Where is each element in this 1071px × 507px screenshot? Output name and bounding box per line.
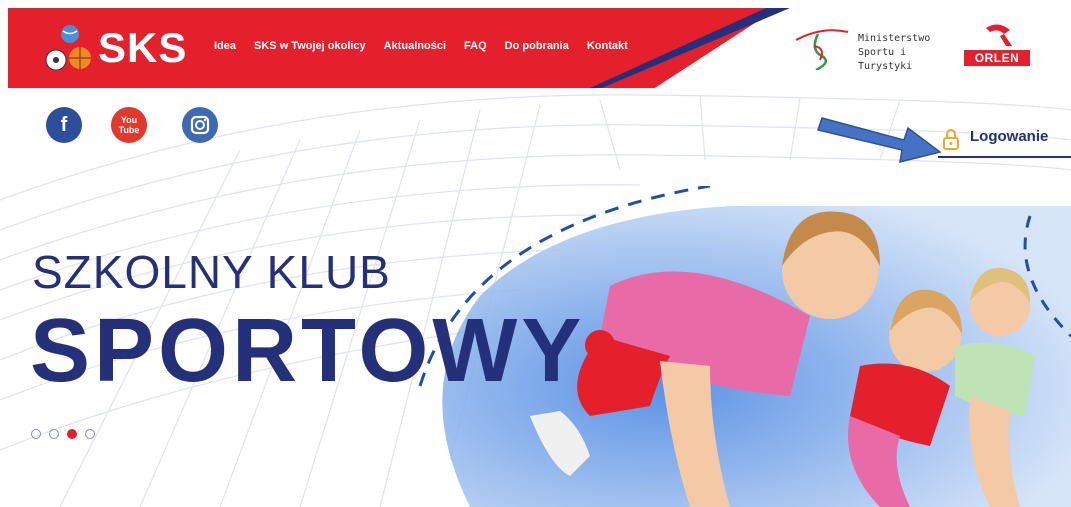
facebook-icon[interactable]: f [46, 107, 82, 143]
main-nav: Idea SKS w Twojej okolicy Aktualności FA… [214, 40, 628, 52]
slider-dot-3[interactable] [67, 429, 77, 439]
orlen-wordmark: ORLEN [964, 50, 1030, 66]
nav-news[interactable]: Aktualności [384, 40, 446, 52]
slider-dot-4[interactable] [85, 429, 95, 439]
ministry-line2: Sportu i Turystyki [858, 47, 913, 72]
login-link[interactable]: Logowanie [938, 126, 1071, 158]
ministry-logo[interactable]: Ministerstwo Sportu i Turystyki [792, 26, 952, 72]
sks-logo[interactable]: SKS [42, 22, 202, 74]
hero-title: SPORTOWY [30, 301, 586, 401]
lock-icon [943, 129, 959, 150]
pointer-arrow-annotation [817, 117, 942, 164]
nav-faq[interactable]: FAQ [464, 40, 487, 52]
youtube-glyph: You Tube [118, 115, 140, 135]
slider-dots [31, 429, 95, 439]
instagram-glyph-icon [190, 115, 210, 135]
instagram-icon[interactable] [182, 107, 218, 143]
sports-balls-icon [45, 25, 91, 71]
nav-downloads[interactable]: Do pobrania [505, 40, 569, 52]
hero-red-dot [585, 330, 615, 360]
hero-subtitle: SZKOLNY KLUB [32, 246, 391, 298]
nav-sks-near-you[interactable]: SKS w Twojej okolicy [254, 40, 366, 52]
orlen-logo[interactable]: ORLEN [964, 22, 1032, 68]
facebook-glyph: f [60, 114, 68, 136]
logo-text: SKS [98, 24, 188, 71]
nav-contact[interactable]: Kontakt [587, 40, 628, 52]
nav-idea[interactable]: Idea [214, 40, 236, 52]
ministry-emblem-icon [795, 29, 849, 70]
login-label: Logowanie [970, 128, 1049, 145]
ministry-line1: Ministerstwo [858, 33, 931, 44]
orlen-eagle-icon [986, 24, 1012, 46]
slider-dot-1[interactable] [31, 429, 41, 439]
slider-dot-2[interactable] [49, 429, 59, 439]
youtube-icon[interactable]: You Tube [111, 107, 147, 143]
